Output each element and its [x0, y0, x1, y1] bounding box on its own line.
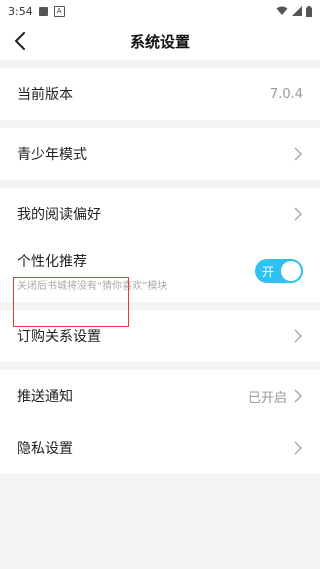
- a-notification-icon: A: [53, 5, 65, 17]
- privacy-settings-label: 隐私设置: [17, 441, 73, 457]
- recommend-toggle[interactable]: 开: [255, 259, 303, 283]
- toggle-label: 开: [262, 264, 275, 279]
- back-arrow-icon: [15, 32, 25, 50]
- chevron-right-icon: [294, 441, 303, 455]
- status-time: 3:54: [8, 4, 33, 18]
- push-notification-status: 已开启: [247, 390, 287, 406]
- page-title: 系统设置: [129, 32, 190, 51]
- subscription-settings-label: 订购关系设置: [17, 329, 101, 345]
- signal-icon: [292, 6, 302, 16]
- status-bar: 3:54 A: [0, 0, 320, 22]
- row-privacy-settings[interactable]: 隐私设置: [0, 422, 320, 474]
- version-value: 7.0.4: [269, 86, 303, 102]
- chevron-right-icon: [294, 329, 303, 343]
- chevron-right-icon: [294, 389, 303, 403]
- row-subscription-settings[interactable]: 订购关系设置: [0, 310, 320, 362]
- notification-icon: [38, 6, 48, 16]
- version-label: 当前版本: [17, 87, 73, 103]
- chevron-right-icon: [294, 207, 303, 221]
- header: 系统设置: [0, 22, 320, 60]
- row-push-notification[interactable]: 推送通知 已开启: [0, 370, 320, 422]
- push-notification-label: 推送通知: [17, 389, 73, 405]
- battery-icon: [306, 5, 312, 17]
- back-button[interactable]: [10, 31, 30, 51]
- youth-mode-label: 青少年模式: [17, 147, 87, 163]
- row-youth-mode[interactable]: 青少年模式: [0, 128, 320, 180]
- row-reading-preference[interactable]: 我的阅读偏好: [0, 188, 320, 240]
- wifi-icon: [276, 6, 288, 15]
- recommend-label: 个性化推荐: [17, 253, 87, 270]
- row-personal-recommend: 个性化推荐 关闭后书城将没有“猜你喜欢”模块 开: [0, 240, 320, 302]
- reading-preference-label: 我的阅读偏好: [17, 207, 101, 223]
- chevron-right-icon: [294, 147, 303, 161]
- recommend-description: 关闭后书城将没有“猜你喜欢”模块: [17, 280, 168, 292]
- toggle-knob: [281, 261, 301, 281]
- row-version: 当前版本 7.0.4: [0, 68, 320, 120]
